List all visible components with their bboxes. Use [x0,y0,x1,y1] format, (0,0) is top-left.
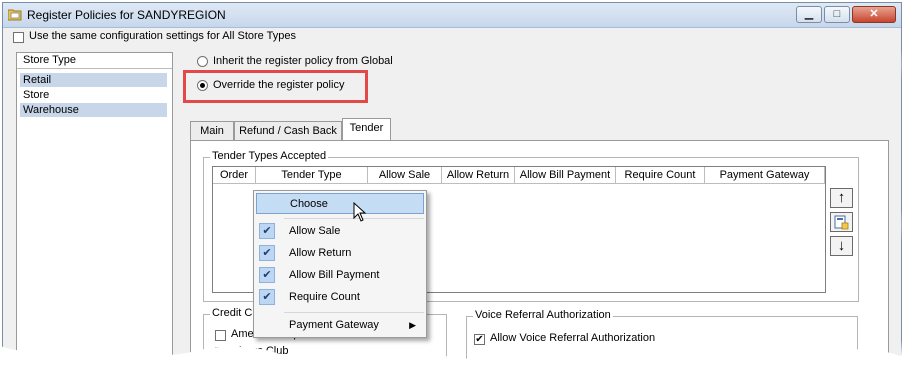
torn-edge-decoration [0,0,913,374]
